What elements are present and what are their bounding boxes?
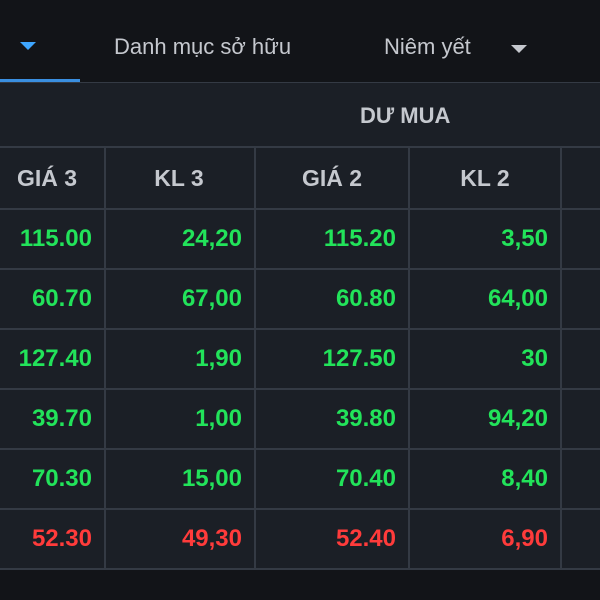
table-cell: 52.40 — [256, 508, 410, 568]
table-cell: 49,30 — [104, 508, 256, 568]
tab-listed[interactable]: Niêm yết — [384, 34, 471, 60]
table-cell: 39.80 — [256, 388, 410, 448]
table-cell: 3,50 — [410, 208, 562, 268]
column-header[interactable]: GIÁ 2 — [256, 146, 410, 208]
table-header-row: GIÁ 3 KL 3 GIÁ 2 KL 2 — [0, 146, 600, 208]
table-row[interactable]: 115.00 24,20 115.20 3,50 — [0, 208, 600, 268]
table-cell: 115.20 — [256, 208, 410, 268]
table-cell: 6,90 — [410, 508, 562, 568]
tab-active-dropdown-icon[interactable] — [20, 42, 36, 50]
table-cell: 1,90 — [104, 328, 256, 388]
table-cell: 1,00 — [104, 388, 256, 448]
table-row[interactable]: 70.30 15,00 70.40 8,40 — [0, 448, 600, 508]
table-cell: 60.70 — [0, 268, 106, 328]
table-row[interactable]: 127.40 1,90 127.50 30 — [0, 328, 600, 388]
listed-dropdown-icon[interactable] — [511, 45, 527, 53]
column-header[interactable]: KL 3 — [104, 146, 256, 208]
table-cell: 30 — [410, 328, 562, 388]
table-cell: 24,20 — [104, 208, 256, 268]
table-row[interactable]: 52.30 49,30 52.40 6,90 — [0, 508, 600, 568]
table-cell-overflow — [562, 508, 600, 568]
table-cell: 127.50 — [256, 328, 410, 388]
column-header[interactable]: KL 2 — [410, 146, 562, 208]
table-cell: 70.40 — [256, 448, 410, 508]
table-cell: 94,20 — [410, 388, 562, 448]
table-cell: 64,00 — [410, 268, 562, 328]
table-cell-overflow — [562, 208, 600, 268]
table-cell: 70.30 — [0, 448, 106, 508]
tab-portfolio[interactable]: Danh mục sở hữu — [114, 34, 291, 60]
table-cell-overflow — [562, 328, 600, 388]
table-cell: 67,00 — [104, 268, 256, 328]
table-cell: 8,40 — [410, 448, 562, 508]
table-cell-overflow — [562, 388, 600, 448]
group-header: DƯ MUA — [0, 82, 600, 146]
table-cell: 115.00 — [0, 208, 106, 268]
column-header[interactable]: GIÁ 3 — [0, 146, 106, 208]
table-row[interactable]: 39.70 1,00 39.80 94,20 — [0, 388, 600, 448]
table-cell-overflow — [562, 146, 600, 208]
group-header-label: DƯ MUA — [360, 103, 451, 128]
table-cell: 52.30 — [0, 508, 106, 568]
table-row[interactable]: 60.70 67,00 60.80 64,00 — [0, 268, 600, 328]
table-cell: 127.40 — [0, 328, 106, 388]
table-cell: 60.80 — [256, 268, 410, 328]
table-footer — [0, 568, 600, 600]
table-cell: 39.70 — [0, 388, 106, 448]
table-cell-overflow — [562, 448, 600, 508]
price-board-table: DƯ MUA GIÁ 3 KL 3 GIÁ 2 KL 2 115.00 24,20 115.… — [0, 82, 600, 600]
table-cell: 15,00 — [104, 448, 256, 508]
table-cell-overflow — [562, 268, 600, 328]
tab-bar: Danh mục sở hữu Niêm yết — [0, 0, 600, 82]
